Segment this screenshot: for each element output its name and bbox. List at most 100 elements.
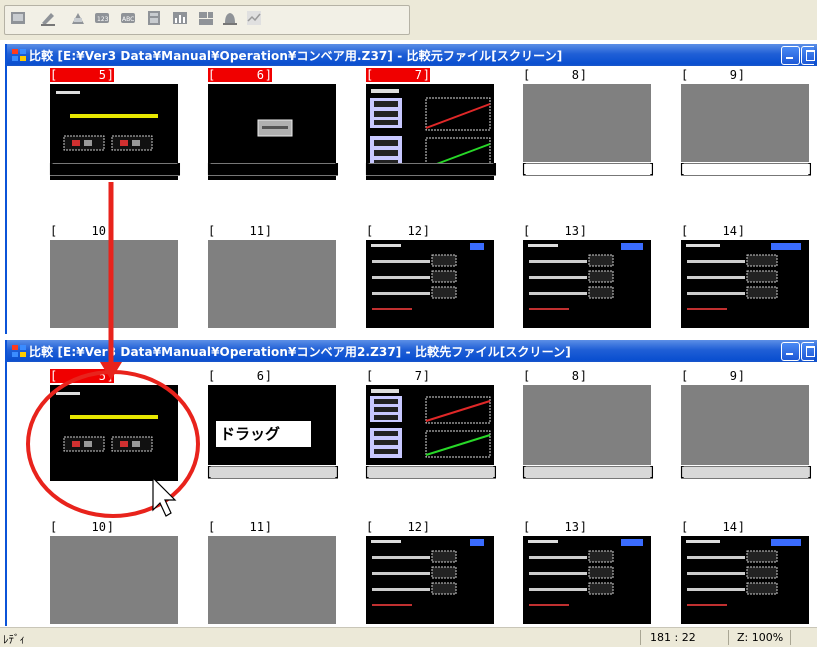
drag-annotation-label: ドラッグ xyxy=(216,421,311,447)
screen-cell-14[interactable]: [14] xyxy=(681,520,811,626)
screen-number-label: [7] xyxy=(366,369,430,383)
screen-name-bar: [] xyxy=(205,465,341,480)
screen-cell-10[interactable]: [10] xyxy=(50,520,180,626)
screen-thumbnail xyxy=(523,536,651,624)
screen-name-bar: [] xyxy=(205,162,341,177)
maximize-button[interactable] xyxy=(801,46,815,65)
screen-thumbnail xyxy=(366,536,494,624)
display-icon[interactable] xyxy=(197,9,215,27)
screen-name-bar: [] xyxy=(47,162,183,177)
source-window-titlebar[interactable]: 比較 [E:¥Ver3 Data¥Manual¥Operation¥コンベア用.… xyxy=(7,44,817,66)
toolbar-strip: 123 ABC xyxy=(4,5,410,35)
screen-cell-9[interactable]: [9] [] xyxy=(678,369,814,481)
screen-number-label: [12] xyxy=(366,224,430,238)
screen-number-label: [13] xyxy=(523,224,587,238)
screen-cell-9[interactable]: [9] [] xyxy=(678,68,814,180)
screen-thumbnail-empty xyxy=(50,536,178,624)
screen-thumbnail-empty xyxy=(681,385,809,465)
screen-thumbnail xyxy=(50,385,178,481)
screen-number-label: [9] xyxy=(681,369,745,383)
minimize-button[interactable] xyxy=(781,46,800,65)
target-screen-grid: [5] [6] [] [7] [] [8] [] [9] [] [10] [… xyxy=(7,362,817,626)
screen-cell-8[interactable]: [8] [] xyxy=(520,369,656,481)
status-divider xyxy=(728,630,729,645)
screen-cell-5[interactable]: [5] xyxy=(50,369,180,481)
screen-number-label: [12] xyxy=(366,520,430,534)
screen-cell-8[interactable]: [8] [] xyxy=(520,68,656,180)
toolbar: 123 ABC xyxy=(0,0,817,40)
source-screen-grid: [5] [] [6] [] [7] [] [8] [] [9] [] [10… xyxy=(7,66,817,334)
window-icon xyxy=(12,345,26,357)
source-compare-window: 比較 [E:¥Ver3 Data¥Manual¥Operation¥コンベア用.… xyxy=(5,44,817,334)
screen-thumbnail-empty xyxy=(208,240,336,328)
screen-name-bar: [] xyxy=(363,465,499,480)
screen-number-label: [11] xyxy=(208,520,272,534)
screen-cell-6[interactable]: [6] [] xyxy=(205,68,341,180)
minimize-button[interactable] xyxy=(781,342,800,361)
screen-cell-11[interactable]: [11] xyxy=(208,224,338,334)
screen-number-label: [6] xyxy=(208,68,272,82)
alarm-icon[interactable] xyxy=(221,9,239,27)
screen-cell-7[interactable]: [7] [] xyxy=(363,369,499,481)
screen-number-label: [5] xyxy=(50,369,114,383)
screen-number-label: [5] xyxy=(50,68,114,82)
maximize-button[interactable] xyxy=(801,342,815,361)
screen-number-label: [7] xyxy=(366,68,430,82)
svg-text:ABC: ABC xyxy=(122,16,134,23)
screen-number-label: [14] xyxy=(681,520,745,534)
screen-number-label: [13] xyxy=(523,520,587,534)
screen-icon[interactable] xyxy=(9,9,27,27)
screen-thumbnail-empty xyxy=(50,240,178,328)
screen-cell-12[interactable]: [12] xyxy=(366,224,496,334)
screen-name-bar: [] xyxy=(678,465,814,480)
screen-thumbnail-empty xyxy=(208,536,336,624)
screen-number-label: [9] xyxy=(681,68,745,82)
target-window-title: 比較 [E:¥Ver3 Data¥Manual¥Operation¥コンベア用2… xyxy=(29,345,571,359)
screen-number-label: [10] xyxy=(50,520,114,534)
screen-number-label: [6] xyxy=(208,369,272,383)
screen-cell-12[interactable]: [12] xyxy=(366,520,496,626)
screen-thumbnail xyxy=(681,536,809,624)
screen-cell-13[interactable]: [13] xyxy=(523,224,653,334)
screen-thumbnail-empty xyxy=(681,84,809,162)
screen-cell-11[interactable]: [11] xyxy=(208,520,338,626)
parts-icon[interactable] xyxy=(69,9,87,27)
source-window-title: 比較 [E:¥Ver3 Data¥Manual¥Operation¥コンベア用.… xyxy=(29,49,563,63)
screen-thumbnail xyxy=(523,240,651,328)
zoom-level: Z: 100% xyxy=(737,631,784,644)
status-bar: ﾚﾃﾞｨ 181 : 22 Z: 100% xyxy=(0,627,817,647)
screen-thumbnail xyxy=(681,240,809,328)
target-window-titlebar[interactable]: 比較 [E:¥Ver3 Data¥Manual¥Operation¥コンベア用2… xyxy=(7,340,817,362)
status-text: ﾚﾃﾞｨ xyxy=(3,633,25,646)
target-compare-window: 比較 [E:¥Ver3 Data¥Manual¥Operation¥コンベア用2… xyxy=(5,340,817,626)
screen-number-label: [8] xyxy=(523,68,587,82)
text-icon[interactable]: ABC xyxy=(119,9,137,27)
screen-name-bar: [] xyxy=(520,162,656,177)
svg-text:123: 123 xyxy=(97,16,109,23)
screen-cell-7[interactable]: [7] [] xyxy=(363,68,499,180)
screen-thumbnail xyxy=(366,240,494,328)
trend-icon[interactable] xyxy=(245,9,263,27)
screen-cell-5[interactable]: [5] [] xyxy=(47,68,183,180)
screen-cell-14[interactable]: [14] xyxy=(681,224,811,334)
screen-cell-10[interactable]: [10] xyxy=(50,224,180,334)
screen-name-bar: [] xyxy=(363,162,499,177)
status-divider xyxy=(790,630,791,645)
graph-icon[interactable] xyxy=(171,9,189,27)
screen-thumbnail-empty xyxy=(523,84,651,162)
cursor-coordinates: 181 : 22 xyxy=(650,631,696,644)
status-divider xyxy=(640,630,641,645)
window-icon xyxy=(12,49,26,61)
screen-number-label: [8] xyxy=(523,369,587,383)
screen-thumbnail-empty xyxy=(523,385,651,465)
screen-thumbnail xyxy=(366,385,494,465)
screen-number-label: [10] xyxy=(50,224,114,238)
calc-icon[interactable] xyxy=(145,9,163,27)
edit-icon[interactable] xyxy=(39,9,57,27)
screen-cell-13[interactable]: [13] xyxy=(523,520,653,626)
screen-name-bar: [] xyxy=(520,465,656,480)
number-icon[interactable]: 123 xyxy=(93,9,111,27)
screen-name-bar: [] xyxy=(678,162,814,177)
screen-number-label: [14] xyxy=(681,224,745,238)
screen-number-label: [11] xyxy=(208,224,272,238)
